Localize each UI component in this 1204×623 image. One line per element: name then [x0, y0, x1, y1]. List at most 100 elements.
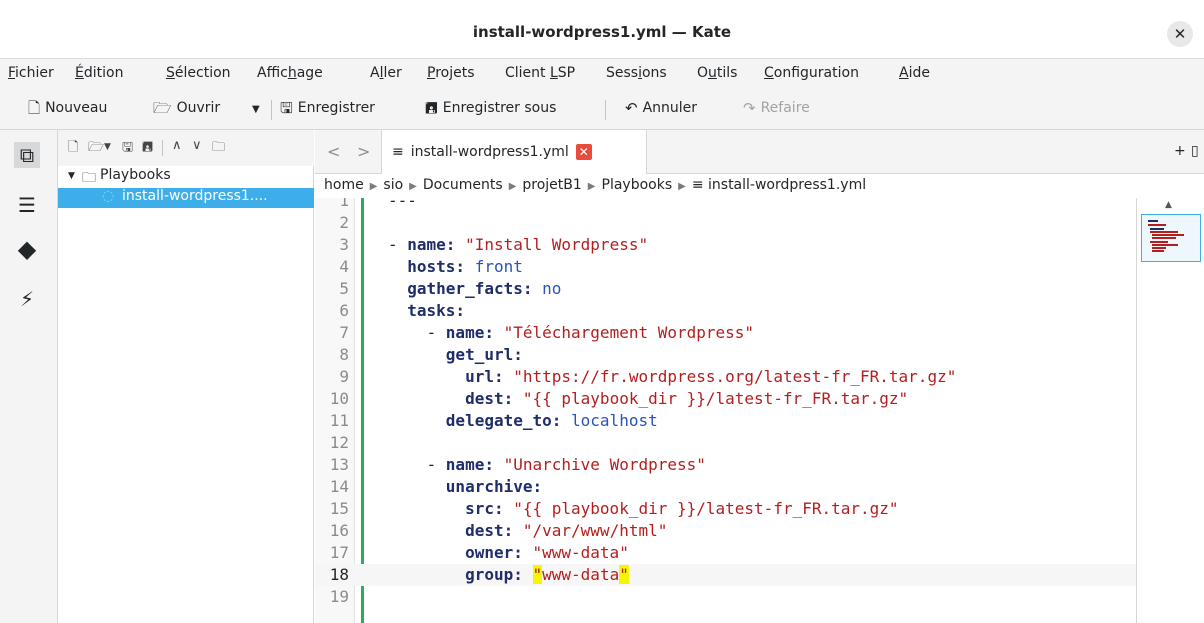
line-number: 10 — [329, 389, 349, 408]
menu-item[interactable]: Fichier — [8, 65, 54, 81]
redo-button[interactable]: ↷ Refaire — [743, 100, 810, 116]
code-line[interactable]: 4 hosts: front — [315, 256, 1136, 278]
menu-item[interactable]: Outils — [697, 65, 737, 81]
open-button[interactable]: 🗁 Ouvrir — [153, 100, 220, 116]
code-line[interactable]: 14 unarchive: — [315, 476, 1136, 498]
menu-item[interactable]: Configuration — [764, 65, 859, 81]
code-token: "{{ playbook_dir }}/latest-fr_FR.tar.gz" — [513, 389, 909, 408]
breadcrumb-item[interactable]: projetB1 — [522, 177, 581, 193]
open-document-icon: 🗁 — [153, 98, 172, 117]
tree-file-install-wordpress[interactable]: ◌ install-wordpress1.... — [58, 188, 314, 208]
tab-install-wordpress[interactable]: ≡ install-wordpress1.yml ✕ — [381, 130, 647, 174]
close-tab-icon[interactable]: ✕ — [575, 144, 592, 160]
line-number: 18 — [329, 565, 349, 584]
code-text: - name: "Unarchive Wordpress" — [388, 454, 706, 476]
symbol-list-icon[interactable]: ☰ — [14, 192, 40, 218]
code-line[interactable]: 6 tasks: — [315, 300, 1136, 322]
tree-folder-playbooks[interactable]: ▼ 🗀 Playbooks — [58, 167, 314, 187]
menu-item-label-part: ons — [641, 65, 667, 81]
line-number: 6 — [339, 301, 349, 320]
code-line[interactable]: 1 --- — [315, 198, 1136, 212]
menu-item-label-part: onfiguration — [773, 65, 859, 81]
code-line[interactable]: 5 gather_facts: no — [315, 278, 1136, 300]
undo-button[interactable]: ↶ Annuler — [625, 100, 697, 116]
documents-icon[interactable]: ⧉ — [14, 142, 40, 168]
code-line[interactable]: 12 — [315, 432, 1136, 454]
code-line[interactable]: 8 get_url: — [315, 344, 1136, 366]
menu-item[interactable]: Édition — [75, 65, 123, 81]
code-token: name: — [407, 235, 456, 254]
sync-folder-icon[interactable]: 🗀 — [212, 138, 225, 160]
git-icon[interactable]: ◆ — [14, 236, 40, 262]
line-number: 16 — [329, 521, 349, 540]
editor-tab-bar: < > ≡ install-wordpress1.yml ✕ + ▯ — [315, 130, 1204, 174]
code-text: get_url: — [388, 344, 523, 366]
chevron-down-icon[interactable]: ▼ — [104, 142, 111, 152]
line-number: 12 — [329, 433, 349, 452]
code-line[interactable]: 2 — [315, 212, 1136, 234]
code-token: tasks: — [388, 301, 466, 320]
code-line[interactable]: 15 src: "{{ playbook_dir }}/latest-fr_FR… — [315, 498, 1136, 520]
line-number: 9 — [339, 367, 349, 386]
chevron-right-icon[interactable]: > — [357, 142, 370, 161]
menu-item[interactable]: Affichage — [257, 65, 323, 81]
chevron-up-icon[interactable]: ∧ — [172, 138, 182, 153]
menu-item-label-part: A — [899, 65, 909, 81]
chevron-down-icon[interactable]: ∨ — [192, 138, 202, 153]
projects-icon[interactable]: ⚡ — [14, 286, 40, 312]
code-line[interactable]: 9 url: "https://fr.wordpress.org/latest-… — [315, 366, 1136, 388]
new-file-icon[interactable]: 🗋 — [68, 138, 78, 160]
line-number: 19 — [329, 587, 349, 606]
menu-item[interactable]: Aller — [370, 65, 402, 81]
save-as-button[interactable]: 🖪 Enregistrer sous — [425, 100, 556, 116]
save-icon: 🖫 — [280, 98, 293, 117]
menu-item-label-part: F — [8, 65, 16, 81]
menu-item-label-part: S — [166, 65, 175, 81]
code-line[interactable]: 16 dest: "/var/www/html" — [315, 520, 1136, 542]
menu-item[interactable]: Sessions — [606, 65, 667, 81]
breadcrumb-item[interactable]: sio — [383, 177, 403, 193]
open-file-icon[interactable]: 🗁 — [88, 138, 104, 160]
code-line[interactable]: 13 - name: "Unarchive Wordpress" — [315, 454, 1136, 476]
close-window-button[interactable]: ✕ — [1167, 21, 1193, 47]
code-line[interactable]: 17 owner: "www-data" — [315, 542, 1136, 564]
code-editor[interactable]: 1 --- 2 3- name: "Install Wordpress" 4 hosts… — [315, 198, 1136, 623]
code-token: src: — [388, 499, 504, 518]
code-line[interactable]: 3 - name: "Install Wordpress" — [315, 234, 1136, 256]
breadcrumb-item[interactable]: install-wordpress1.yml — [708, 177, 866, 193]
new-tab-icon[interactable]: + — [1174, 143, 1186, 159]
save-button[interactable]: 🖫 Enregistrer — [280, 100, 375, 116]
breadcrumb-item[interactable]: Playbooks — [602, 177, 673, 193]
minimap-scrollbar[interactable]: ▲ — [1136, 198, 1204, 623]
menu-item-label-part: dition — [83, 65, 124, 81]
new-button[interactable]: 🗋 Nouveau — [28, 100, 107, 116]
open-recent-dropdown[interactable]: ▼ — [252, 104, 260, 115]
menu-item-label-part: Affic — [257, 65, 288, 81]
menu-item[interactable]: Client LSP — [505, 65, 575, 81]
split-view-icon[interactable]: ▯ — [1191, 143, 1199, 159]
code-text: --- — [388, 198, 417, 212]
menu-item[interactable]: Aide — [899, 65, 930, 81]
save-as-icon[interactable]: 🖪 — [142, 138, 153, 160]
code-line[interactable]: 18 group: "www-data" — [315, 564, 1136, 586]
menu-item-label-part: u — [708, 65, 717, 81]
code-token: "Téléchargement Wordpress" — [493, 323, 755, 342]
code-line[interactable]: 11 delegate_to: localhost — [315, 410, 1136, 432]
breadcrumb-item[interactable]: Documents — [423, 177, 503, 193]
code-token: --- — [388, 198, 417, 210]
breadcrumb-item[interactable]: home — [324, 177, 364, 193]
menu-item[interactable]: Projets — [427, 65, 475, 81]
menu-item[interactable]: Sélection — [166, 65, 231, 81]
expand-arrow-icon: ▼ — [68, 171, 75, 181]
code-line[interactable]: 7 - name: "Téléchargement Wordpress" — [315, 322, 1136, 344]
undo-button-label: Annuler — [642, 100, 698, 116]
scroll-up-icon[interactable]: ▲ — [1165, 200, 1172, 210]
code-line[interactable]: 19 — [315, 586, 1136, 608]
save-as-icon: 🖪 — [425, 98, 438, 117]
code-text: dest: "/var/www/html" — [388, 520, 667, 542]
save-icon[interactable]: 🖫 — [122, 138, 133, 160]
code-token: " — [532, 565, 543, 584]
minimap-viewport[interactable] — [1141, 214, 1201, 262]
code-line[interactable]: 10 dest: "{{ playbook_dir }}/latest-fr_F… — [315, 388, 1136, 410]
chevron-left-icon[interactable]: < — [327, 142, 340, 161]
